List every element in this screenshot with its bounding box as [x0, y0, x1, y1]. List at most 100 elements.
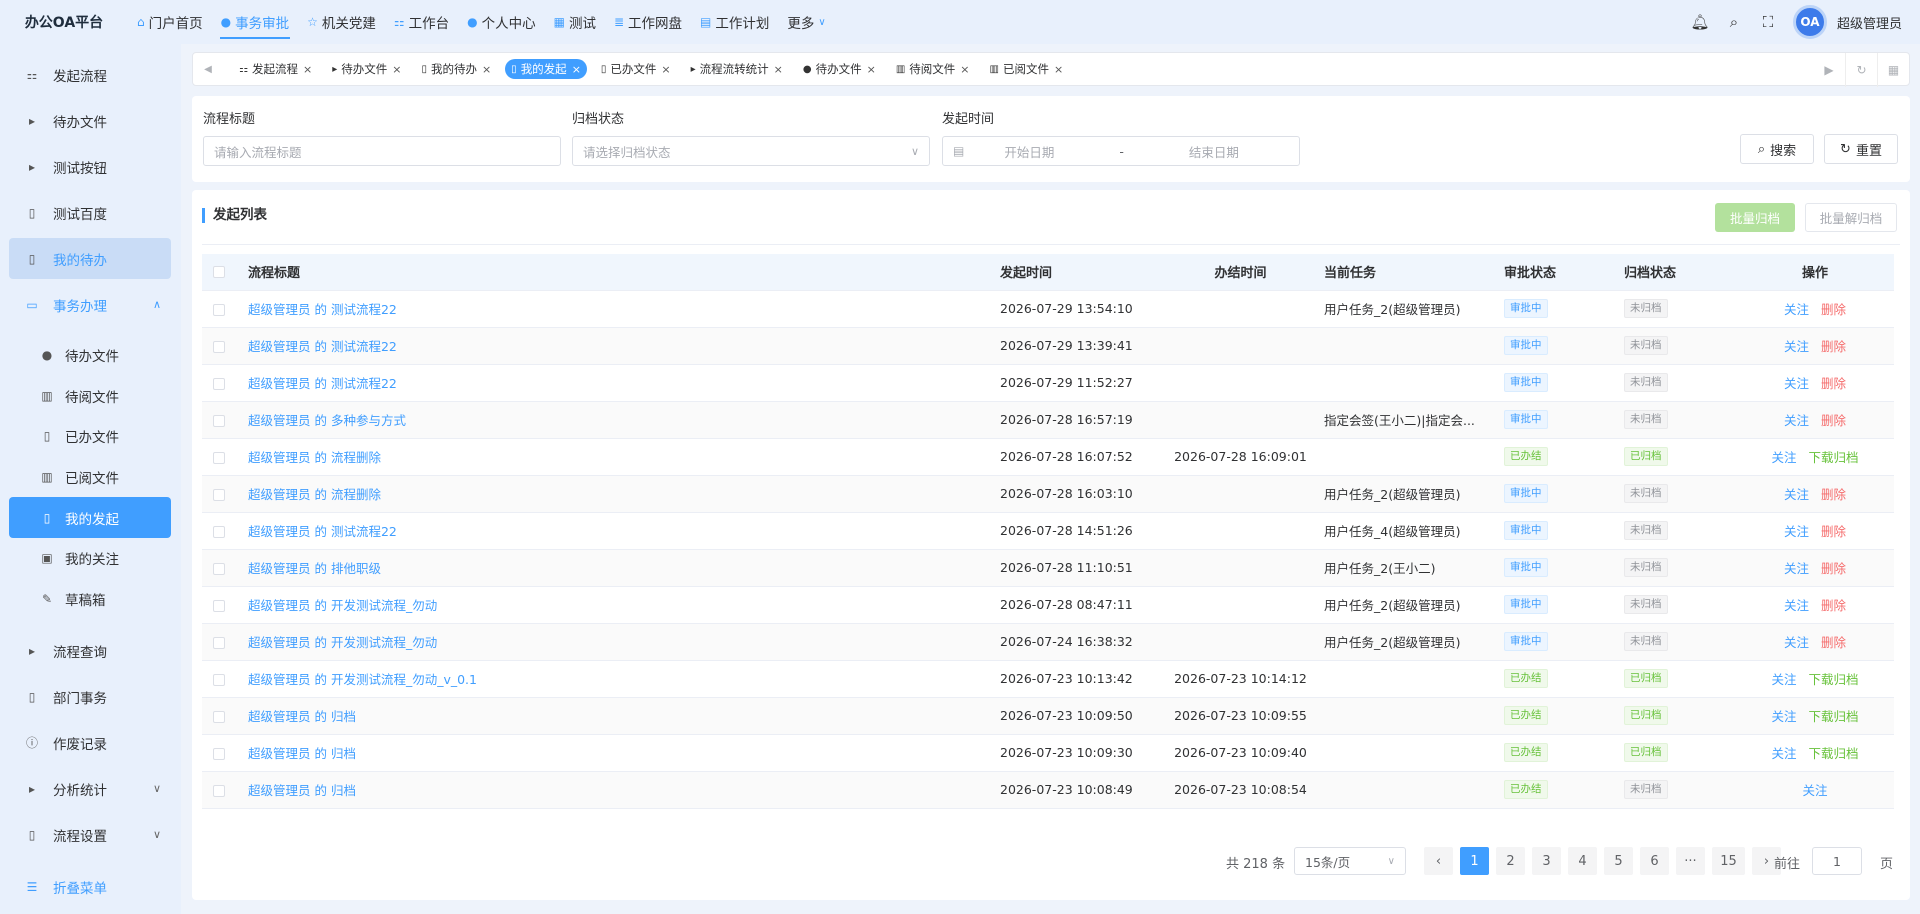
row-checkbox[interactable]: [202, 327, 240, 365]
process-title-link[interactable]: 超级管理员 的 测试流程22: [248, 376, 397, 391]
date-range-picker[interactable]: ▤ 开始日期 - 结束日期: [942, 136, 1300, 166]
close-icon[interactable]: ×: [867, 63, 876, 76]
process-title-link[interactable]: 超级管理员 的 测试流程22: [248, 524, 397, 539]
follow-link[interactable]: 关注: [1784, 302, 1809, 317]
sidebar-item-drafts[interactable]: ✎ 草稿箱: [9, 578, 171, 619]
row-checkbox[interactable]: [202, 401, 240, 439]
tab-todo-files[interactable]: ▸ 待办文件 ×: [326, 59, 407, 79]
row-checkbox[interactable]: [202, 364, 240, 402]
app-title[interactable]: 办公OA平台: [0, 12, 128, 32]
delete-link[interactable]: 删除: [1821, 524, 1846, 539]
delete-link[interactable]: 删除: [1821, 598, 1846, 613]
page-button[interactable]: 4: [1568, 847, 1597, 875]
delete-link[interactable]: 删除: [1821, 339, 1846, 354]
prev-page-button[interactable]: ‹: [1424, 847, 1453, 875]
sidebar-item-my-todo[interactable]: ▯ 我的待办: [9, 238, 171, 279]
follow-link[interactable]: 关注: [1802, 783, 1827, 798]
follow-link[interactable]: 关注: [1784, 339, 1809, 354]
topnav-item-workbench[interactable]: ⚏ 工作台: [385, 0, 458, 44]
follow-link[interactable]: 关注: [1784, 487, 1809, 502]
process-title-link[interactable]: 超级管理员 的 归档: [248, 709, 356, 724]
page-button[interactable]: 6: [1640, 847, 1669, 875]
sidebar-item-void-records[interactable]: ⓘ 作废记录: [9, 722, 171, 763]
download-archive-link[interactable]: 下载归档: [1809, 709, 1859, 724]
process-title-link[interactable]: 超级管理员 的 开发测试流程_勿动: [248, 598, 437, 613]
sidebar-item-todo-files[interactable]: ▸ 待办文件: [9, 100, 171, 141]
row-checkbox[interactable]: [202, 623, 240, 661]
sidebar-item-my-follow[interactable]: ▣ 我的关注: [9, 537, 171, 578]
sidebar-item-to-read[interactable]: ▥ 待阅文件: [9, 375, 171, 416]
delete-link[interactable]: 删除: [1821, 413, 1846, 428]
process-title-link[interactable]: 超级管理员 的 开发测试流程_勿动: [248, 635, 437, 650]
username[interactable]: 超级管理员: [1837, 13, 1902, 32]
sidebar-item-test-baidu[interactable]: ▯ 测试百度: [9, 192, 171, 233]
row-checkbox[interactable]: [202, 660, 240, 698]
follow-link[interactable]: 关注: [1784, 635, 1809, 650]
topnav-item-personal[interactable]: ● 个人中心: [458, 0, 544, 44]
delete-link[interactable]: 删除: [1821, 302, 1846, 317]
delete-link[interactable]: 删除: [1821, 487, 1846, 502]
process-title-link[interactable]: 超级管理员 的 多种参与方式: [248, 413, 406, 428]
title-input[interactable]: 请输入流程标题: [203, 136, 561, 166]
avatar[interactable]: OA: [1792, 5, 1827, 39]
close-icon[interactable]: ×: [482, 63, 491, 76]
follow-link[interactable]: 关注: [1784, 376, 1809, 391]
sidebar-item-process-settings[interactable]: ▯ 流程设置 ∨: [9, 814, 171, 855]
topnav-item-home[interactable]: ⌂ 门户首页: [128, 0, 212, 44]
row-checkbox[interactable]: [202, 512, 240, 550]
follow-link[interactable]: 关注: [1771, 672, 1796, 687]
process-title-link[interactable]: 超级管理员 的 测试流程22: [248, 339, 397, 354]
sidebar-item-dept-affairs[interactable]: ▯ 部门事务: [9, 676, 171, 717]
sidebar-item-my-initiated[interactable]: ▯ 我的发起: [9, 497, 171, 538]
close-icon[interactable]: ×: [1054, 63, 1063, 76]
page-button[interactable]: 2: [1496, 847, 1525, 875]
row-checkbox[interactable]: [202, 549, 240, 587]
sidebar-collapse-button[interactable]: ☰ 折叠菜单: [9, 866, 171, 907]
topnav-item-drive[interactable]: ≣ 工作网盘: [605, 0, 691, 44]
page-size-select[interactable]: 15条/页 ∨: [1294, 847, 1406, 875]
search-button[interactable]: ⌕ 搜索: [1740, 134, 1814, 164]
sidebar-item-test-button[interactable]: ▸ 测试按钮: [9, 146, 171, 187]
topnav-more[interactable]: 更多 ∨: [778, 0, 834, 44]
page-button[interactable]: 15: [1712, 847, 1745, 875]
delete-link[interactable]: 删除: [1821, 561, 1846, 576]
follow-link[interactable]: 关注: [1771, 709, 1796, 724]
close-icon[interactable]: ×: [661, 63, 670, 76]
row-checkbox[interactable]: [202, 771, 240, 809]
sidebar-item-read-files[interactable]: ▥ 已阅文件: [9, 456, 171, 497]
process-title-link[interactable]: 超级管理员 的 流程删除: [248, 487, 381, 502]
refresh-icon[interactable]: ↻: [1845, 53, 1877, 87]
tab-pending-files[interactable]: ● 待办文件 ×: [797, 59, 882, 79]
follow-link[interactable]: 关注: [1784, 413, 1809, 428]
follow-link[interactable]: 关注: [1784, 598, 1809, 613]
download-archive-link[interactable]: 下载归档: [1809, 672, 1859, 687]
row-checkbox[interactable]: [202, 734, 240, 772]
follow-link[interactable]: 关注: [1784, 524, 1809, 539]
tab-scroll-right-icon[interactable]: ▶: [1813, 53, 1845, 87]
topnav-item-approval[interactable]: ● 事务审批: [212, 0, 298, 44]
process-title-link[interactable]: 超级管理员 的 流程删除: [248, 450, 381, 465]
goto-page-input[interactable]: 1: [1812, 847, 1862, 875]
sidebar-item-analytics[interactable]: ▸ 分析统计 ∨: [9, 768, 171, 809]
download-archive-link[interactable]: 下载归档: [1809, 746, 1859, 761]
fullscreen-icon[interactable]: ⛶: [1751, 13, 1785, 31]
process-title-link[interactable]: 超级管理员 的 归档: [248, 783, 356, 798]
page-button[interactable]: 1: [1460, 847, 1489, 875]
process-title-link[interactable]: 超级管理员 的 测试流程22: [248, 302, 397, 317]
batch-archive-button[interactable]: 批量归档: [1715, 203, 1795, 232]
bell-icon[interactable]: 🔔︎: [1683, 13, 1717, 31]
page-button[interactable]: 3: [1532, 847, 1561, 875]
follow-link[interactable]: 关注: [1771, 450, 1796, 465]
sidebar-item-pending-files[interactable]: ● 待办文件: [9, 334, 171, 375]
download-archive-link[interactable]: 下载归档: [1809, 450, 1859, 465]
row-checkbox[interactable]: [202, 586, 240, 624]
topnav-item-party[interactable]: ☆ 机关党建: [298, 0, 385, 44]
close-icon[interactable]: ×: [392, 63, 401, 76]
tab-my-initiated[interactable]: ▯ 我的发起 ×: [505, 59, 587, 79]
close-icon[interactable]: ×: [960, 63, 969, 76]
grid-icon[interactable]: ▦: [1877, 53, 1909, 87]
more-pages-button[interactable]: ···: [1676, 847, 1705, 875]
tab-my-todo[interactable]: ▯ 我的待办 ×: [415, 59, 497, 79]
reset-button[interactable]: ↻ 重置: [1824, 134, 1898, 164]
tab-scroll-left-icon[interactable]: ◀: [193, 64, 223, 75]
